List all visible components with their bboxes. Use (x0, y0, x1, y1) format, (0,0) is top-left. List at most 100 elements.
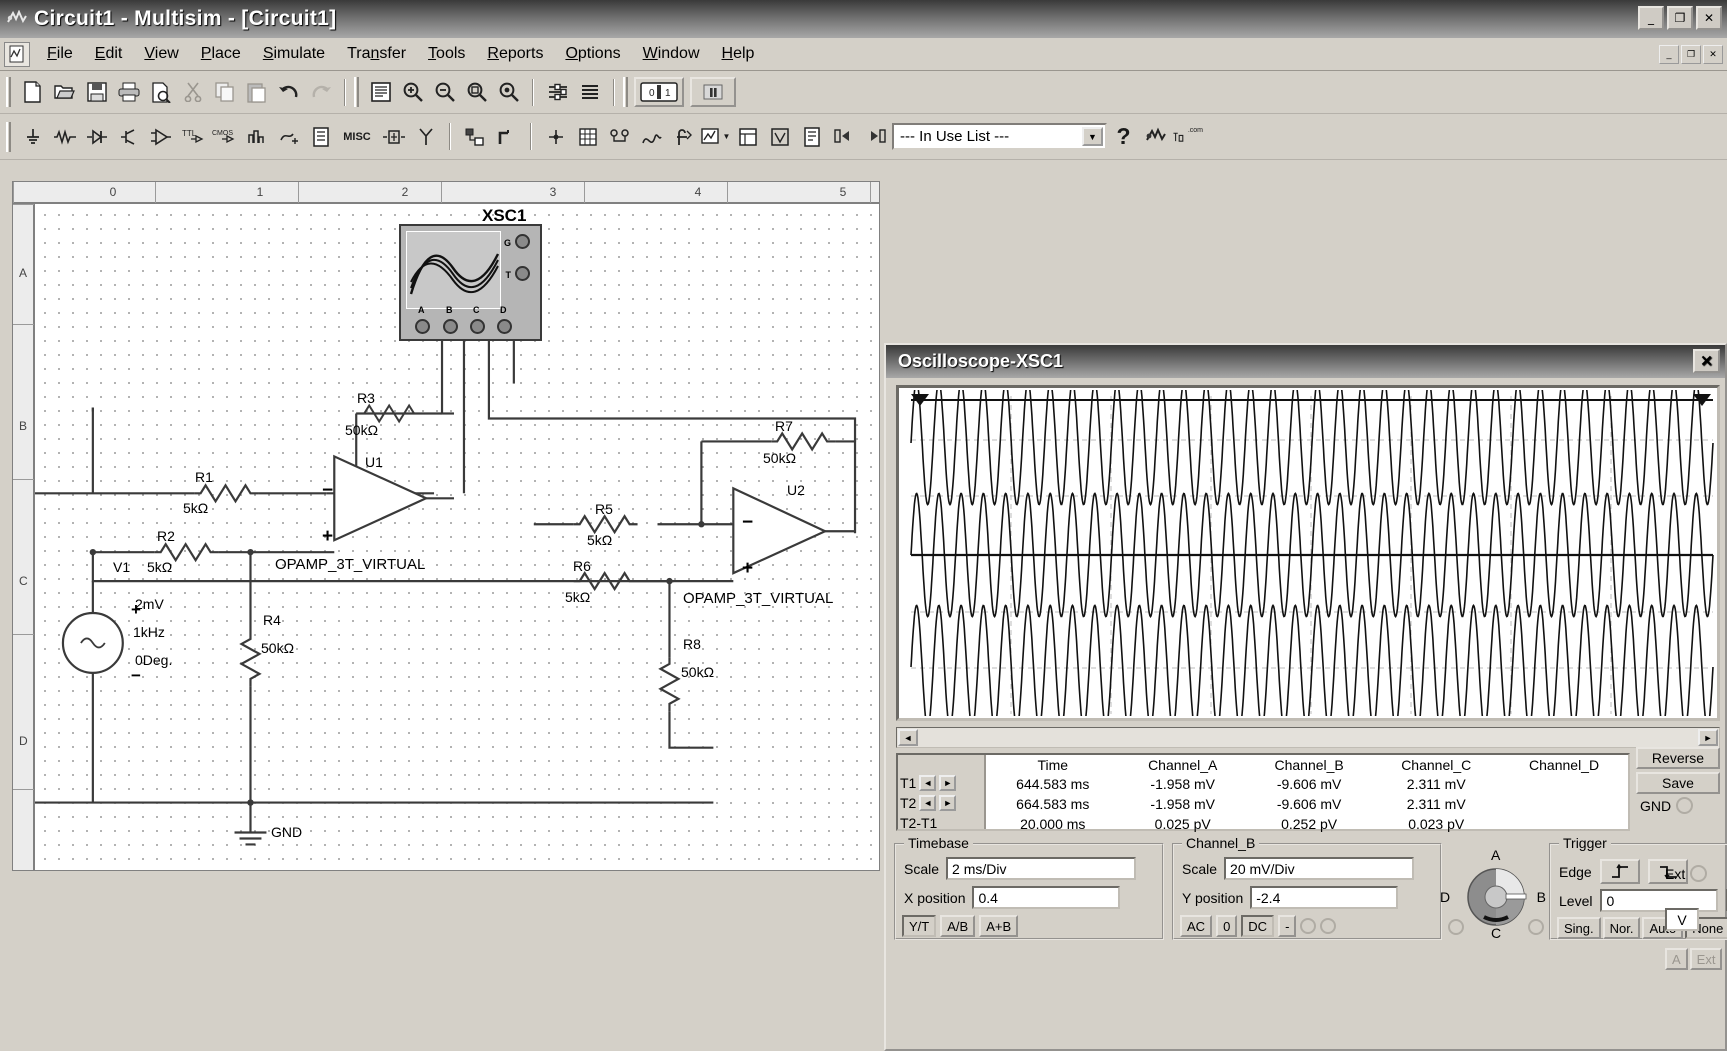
xsc1-terminal-g[interactable] (515, 234, 530, 249)
simulate-switch[interactable]: 01 (634, 77, 684, 107)
channel-b-coupling-minus-button[interactable]: - (1278, 915, 1296, 937)
xsc1-terminal-c[interactable] (470, 319, 485, 334)
menu-place[interactable]: Place (190, 41, 252, 67)
source-component-icon[interactable] (17, 121, 48, 152)
mdi-close-button[interactable]: ✕ (1703, 45, 1723, 64)
list-icon[interactable] (574, 77, 605, 108)
mdi-restore-button[interactable]: ❐ (1681, 45, 1701, 64)
menu-transfer[interactable]: Transfer (336, 41, 417, 67)
undo-icon[interactable] (273, 77, 304, 108)
schematic-canvas[interactable]: A B C D G T XSC1 R3 50kΩ U1 OPAMP_3T_VIR… (34, 203, 880, 871)
toolbar-grip-3[interactable] (623, 77, 628, 107)
close-button[interactable]: ✕ (1696, 6, 1722, 30)
timebase-scale-field[interactable]: 2 ms/Div (946, 857, 1136, 880)
diode-component-icon[interactable] (81, 121, 112, 152)
transistor-component-icon[interactable] (113, 121, 144, 152)
save-icon[interactable] (81, 77, 112, 108)
menu-file[interactable]: File (36, 41, 84, 67)
scope-horizontal-scrollbar[interactable]: ◄ ► (896, 727, 1720, 748)
new-file-icon[interactable] (17, 77, 48, 108)
graph-icon[interactable] (636, 121, 667, 152)
grid-icon[interactable] (572, 121, 603, 152)
analysis-icon[interactable]: ▼ (700, 121, 731, 152)
channel-selector-radio-c-left[interactable] (1448, 919, 1464, 935)
menu-help[interactable]: Help (711, 41, 766, 67)
menu-reports[interactable]: Reports (476, 41, 554, 67)
in-use-list-combo[interactable]: --- In Use List --- ▼ (892, 123, 1107, 150)
zoom-area-icon[interactable] (461, 77, 492, 108)
misc-component-icon[interactable]: MISC (337, 121, 377, 152)
toolbar-grip-2[interactable] (354, 77, 359, 107)
trigger-ext-toggle[interactable] (1690, 865, 1707, 882)
postprocessor-icon[interactable] (732, 121, 763, 152)
ttl-component-icon[interactable]: TTL (177, 121, 208, 152)
zoom-in-icon[interactable] (397, 77, 428, 108)
zoom-out-icon[interactable] (429, 77, 460, 108)
oscilloscope-component-xsc1[interactable]: A B C D G T (399, 224, 542, 341)
toolbar-grip[interactable] (6, 77, 11, 107)
save-button[interactable]: Save (1636, 772, 1720, 794)
timebase-xposition-field[interactable]: 0.4 (972, 886, 1120, 909)
print-icon[interactable] (113, 77, 144, 108)
cursor-t1-left-button[interactable]: ◄ (919, 775, 936, 791)
comp-toolbar-grip[interactable] (6, 122, 11, 152)
bus-icon[interactable] (491, 121, 522, 152)
forward-annotate-icon[interactable] (860, 121, 891, 152)
trigger-mode-single-button[interactable]: Sing. (1557, 917, 1601, 939)
channel-b-yposition-field[interactable]: -2.4 (1250, 886, 1398, 909)
help-button[interactable]: ? (1108, 121, 1139, 152)
trigger-mode-normal-button[interactable]: Nor. (1603, 917, 1641, 939)
menu-edit[interactable]: Edit (84, 41, 134, 67)
rf-component-icon[interactable] (378, 121, 409, 152)
about-button[interactable] (1140, 121, 1171, 152)
hierarchical-block-icon[interactable] (459, 121, 490, 152)
place-junction-icon[interactable] (540, 121, 571, 152)
timebase-mode-ab-button[interactable]: A/B (940, 915, 975, 937)
cursor-t1-right-button[interactable]: ► (939, 775, 956, 791)
mixed-component-icon[interactable] (273, 121, 304, 152)
channel-b-coupling-ac-button[interactable]: AC (1180, 915, 1212, 937)
document-icon[interactable] (4, 42, 30, 67)
gnd-toggle[interactable] (1676, 797, 1693, 814)
back-annotate-icon[interactable] (828, 121, 859, 152)
menu-tools[interactable]: Tools (417, 41, 476, 67)
function-icon[interactable] (668, 121, 699, 152)
trigger-edge-rising-icon[interactable] (1600, 859, 1640, 884)
timebase-mode-apb-button[interactable]: A+B (979, 915, 1018, 937)
scope-close-button[interactable]: ✕ (1693, 349, 1720, 373)
menu-window[interactable]: Window (632, 41, 711, 67)
xsc1-terminal-a[interactable] (415, 319, 430, 334)
channel-selector-knob[interactable]: A B C D (1450, 849, 1542, 937)
channel-selector-radio-2[interactable] (1320, 918, 1336, 934)
scroll-left-arrow-icon[interactable]: ◄ (898, 729, 918, 746)
netlist-icon[interactable] (604, 121, 635, 152)
cursor-t2-right-button[interactable]: ► (939, 795, 956, 811)
xsc1-terminal-t[interactable] (515, 266, 530, 281)
chevron-down-icon[interactable]: ▼ (1082, 127, 1103, 146)
channel-selector-radio-c-right[interactable] (1528, 919, 1544, 935)
indicator-component-icon[interactable] (305, 121, 336, 152)
scope-display[interactable] (901, 390, 1715, 716)
cursor-t2-left-button[interactable]: ◄ (919, 795, 936, 811)
scroll-right-arrow-icon[interactable]: ► (1698, 729, 1718, 746)
trigger-ext-unit[interactable]: V (1665, 908, 1699, 931)
reverse-button[interactable]: Reverse (1636, 747, 1720, 769)
maximize-button[interactable]: ❐ (1667, 6, 1693, 30)
electromech-component-icon[interactable] (410, 121, 441, 152)
xsc1-terminal-d[interactable] (497, 319, 512, 334)
basic-component-icon[interactable] (49, 121, 80, 152)
menu-options[interactable]: Options (554, 41, 631, 67)
timebase-mode-yt-button[interactable]: Y/T (902, 915, 936, 937)
channel-selector-radio-1[interactable] (1300, 918, 1316, 934)
pause-button[interactable] (690, 77, 736, 107)
xsc1-terminal-b[interactable] (443, 319, 458, 334)
properties-icon[interactable] (542, 77, 573, 108)
channel-b-coupling-zero-button[interactable]: 0 (1216, 915, 1237, 937)
web-button[interactable]: .com (1172, 121, 1203, 152)
channel-b-coupling-dc-button[interactable]: DC (1241, 915, 1274, 937)
vhdl-icon[interactable] (764, 121, 795, 152)
menu-view[interactable]: View (133, 41, 189, 67)
analog-component-icon[interactable] (145, 121, 176, 152)
menu-simulate[interactable]: Simulate (252, 41, 336, 67)
print-preview-icon[interactable] (145, 77, 176, 108)
